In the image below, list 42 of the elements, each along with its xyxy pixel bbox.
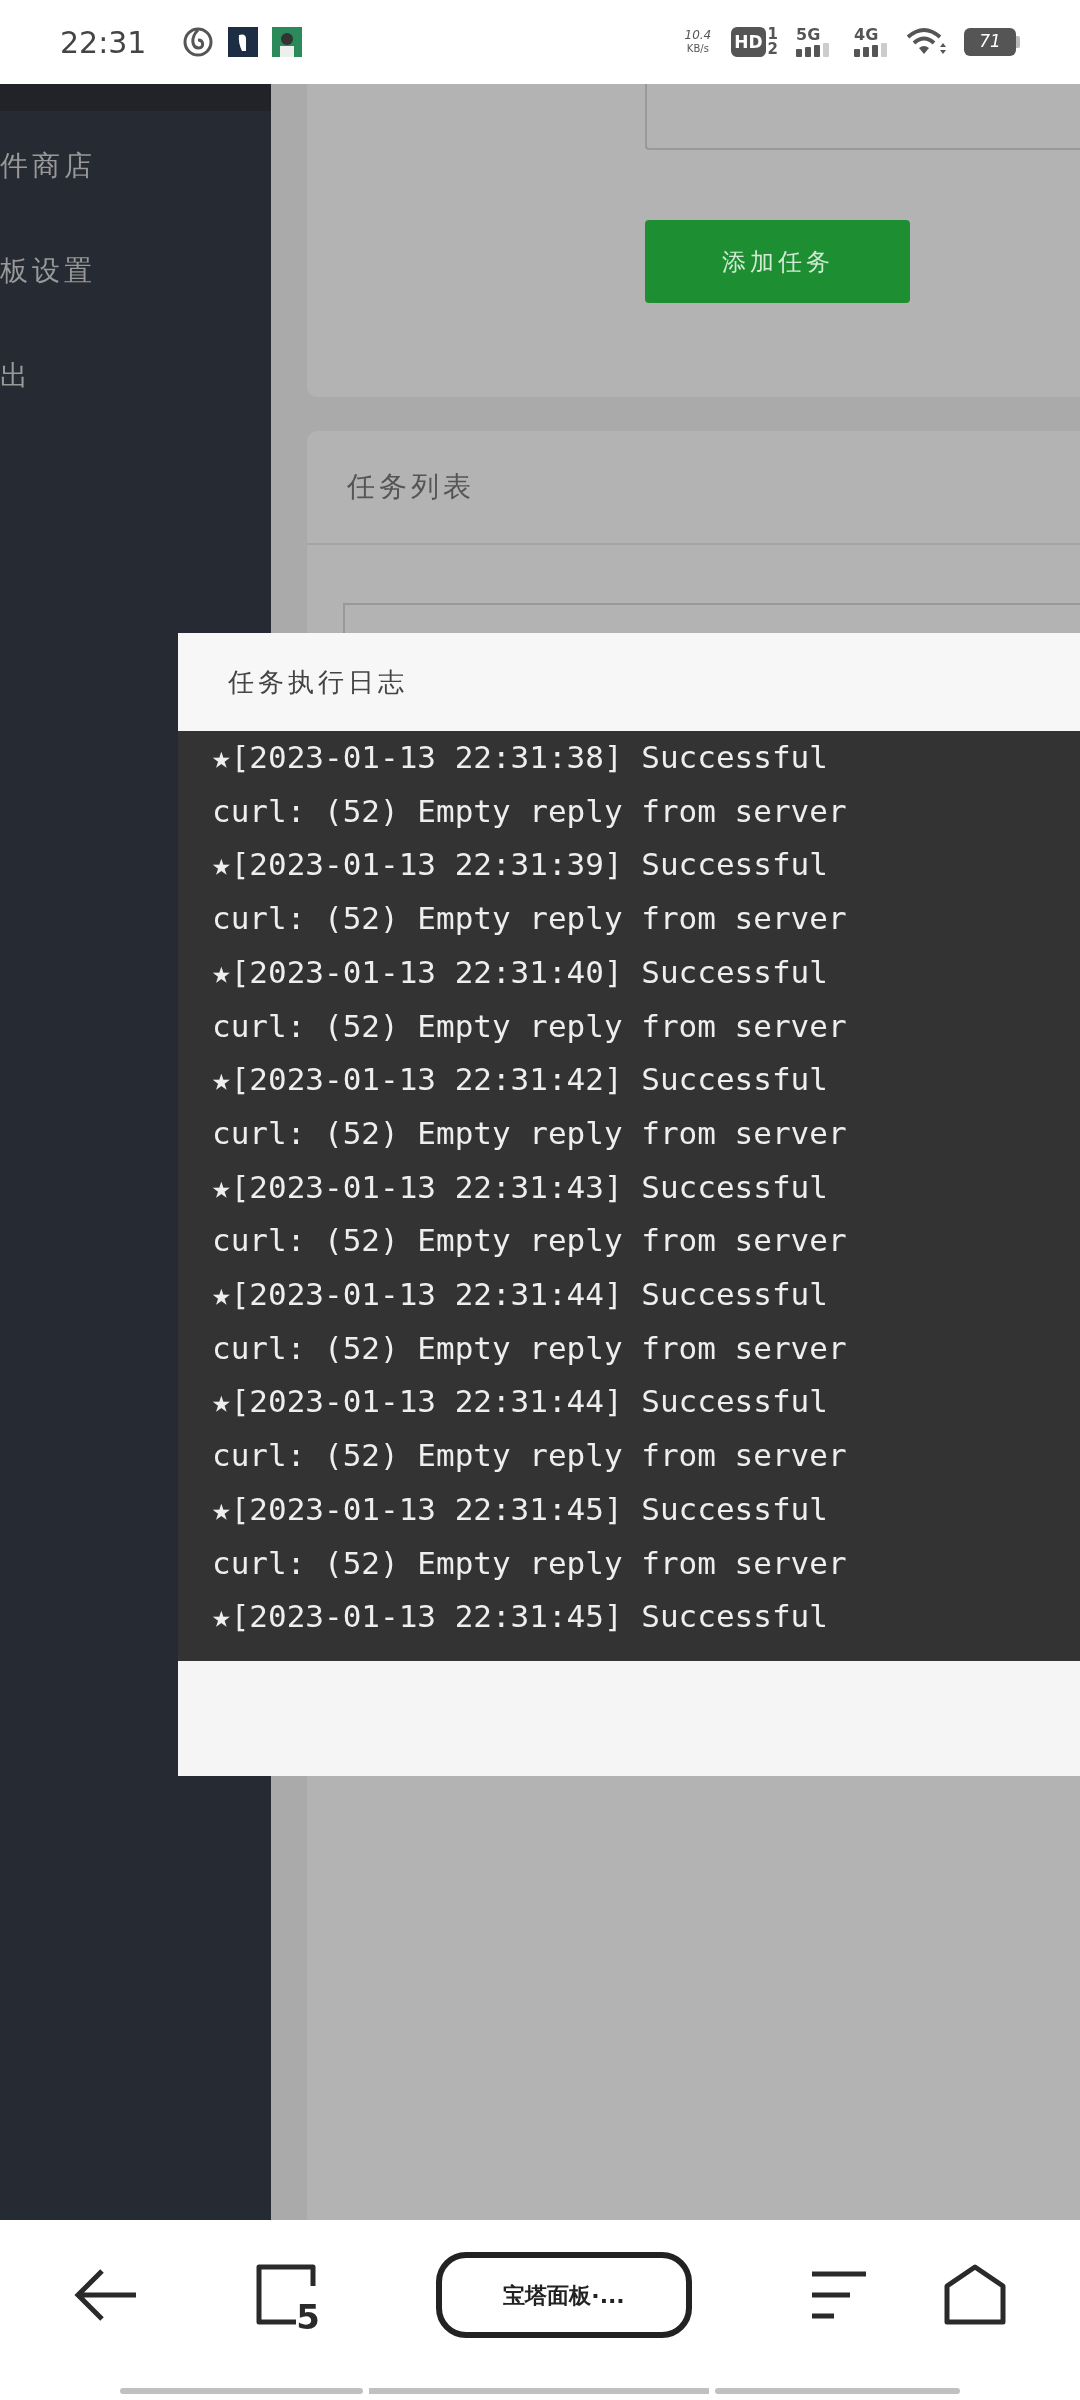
log-line: ★[2023-01-13 22:31:42] Successful [212,1060,829,1100]
network-type: 5G [796,27,822,43]
address-button[interactable]: 宝塔面板·... [436,2252,692,2338]
log-line: curl: (52) Empty reply from server [212,1543,848,1583]
log-line: curl: (52) Empty reply from server [212,1436,848,1476]
sidebar-item[interactable]: 件商店 [0,144,96,187]
log-line: ★[2023-01-13 22:31:45] Successful [212,1489,829,1529]
log-line: ★[2023-01-13 22:31:39] Successful [212,845,829,885]
log-line: curl: (52) Empty reply from server [212,899,848,939]
back-icon[interactable] [74,2267,138,2323]
spiral-icon [182,26,215,58]
clock-time: 22:31 [60,23,147,62]
log-line: curl: (52) Empty reply from server [212,1006,848,1046]
hd-badge: HD [731,27,766,57]
menu-icon[interactable] [810,2270,866,2320]
sidebar-item[interactable]: 出 [0,354,32,397]
battery-level: 71 [979,30,1001,54]
log-line: ★[2023-01-13 22:31:44] Successful [212,1275,829,1315]
sim-number: 2 [767,42,778,57]
section-title: 任务列表 [347,469,475,505]
speed-unit: KB/s [686,42,709,56]
add-task-button[interactable]: 添加任务 [645,220,910,303]
signal-icon [796,43,830,57]
log-line: ★[2023-01-13 22:31:43] Successful [212,1167,829,1207]
log-line: ★[2023-01-13 22:31:45] Successful [212,1597,829,1637]
avatar-app-icon [272,27,303,57]
home-icon[interactable] [944,2264,1006,2326]
input-field[interactable] [645,84,1080,150]
log-line: curl: (52) Empty reply from server [212,1113,848,1153]
log-line: curl: (52) Empty reply from server [212,791,848,831]
app-icon [228,27,259,57]
signal-icon [854,43,888,57]
network-speed: 10.4 [684,28,712,42]
log-line: ★[2023-01-13 22:31:38] Successful [212,738,829,777]
log-line: ★[2023-01-13 22:31:44] Successful [212,1382,829,1422]
log-line: curl: (52) Empty reply from server [212,1328,848,1368]
sidebar-item[interactable]: 板设置 [0,249,96,292]
network-type: 4G [854,27,880,43]
log-line: ★[2023-01-13 22:31:40] Successful [212,952,829,992]
log-line: curl: (52) Empty reply from server [212,1221,848,1261]
dialog-title: 任务执行日志 [228,665,408,699]
sim-number: 1 [767,27,778,42]
